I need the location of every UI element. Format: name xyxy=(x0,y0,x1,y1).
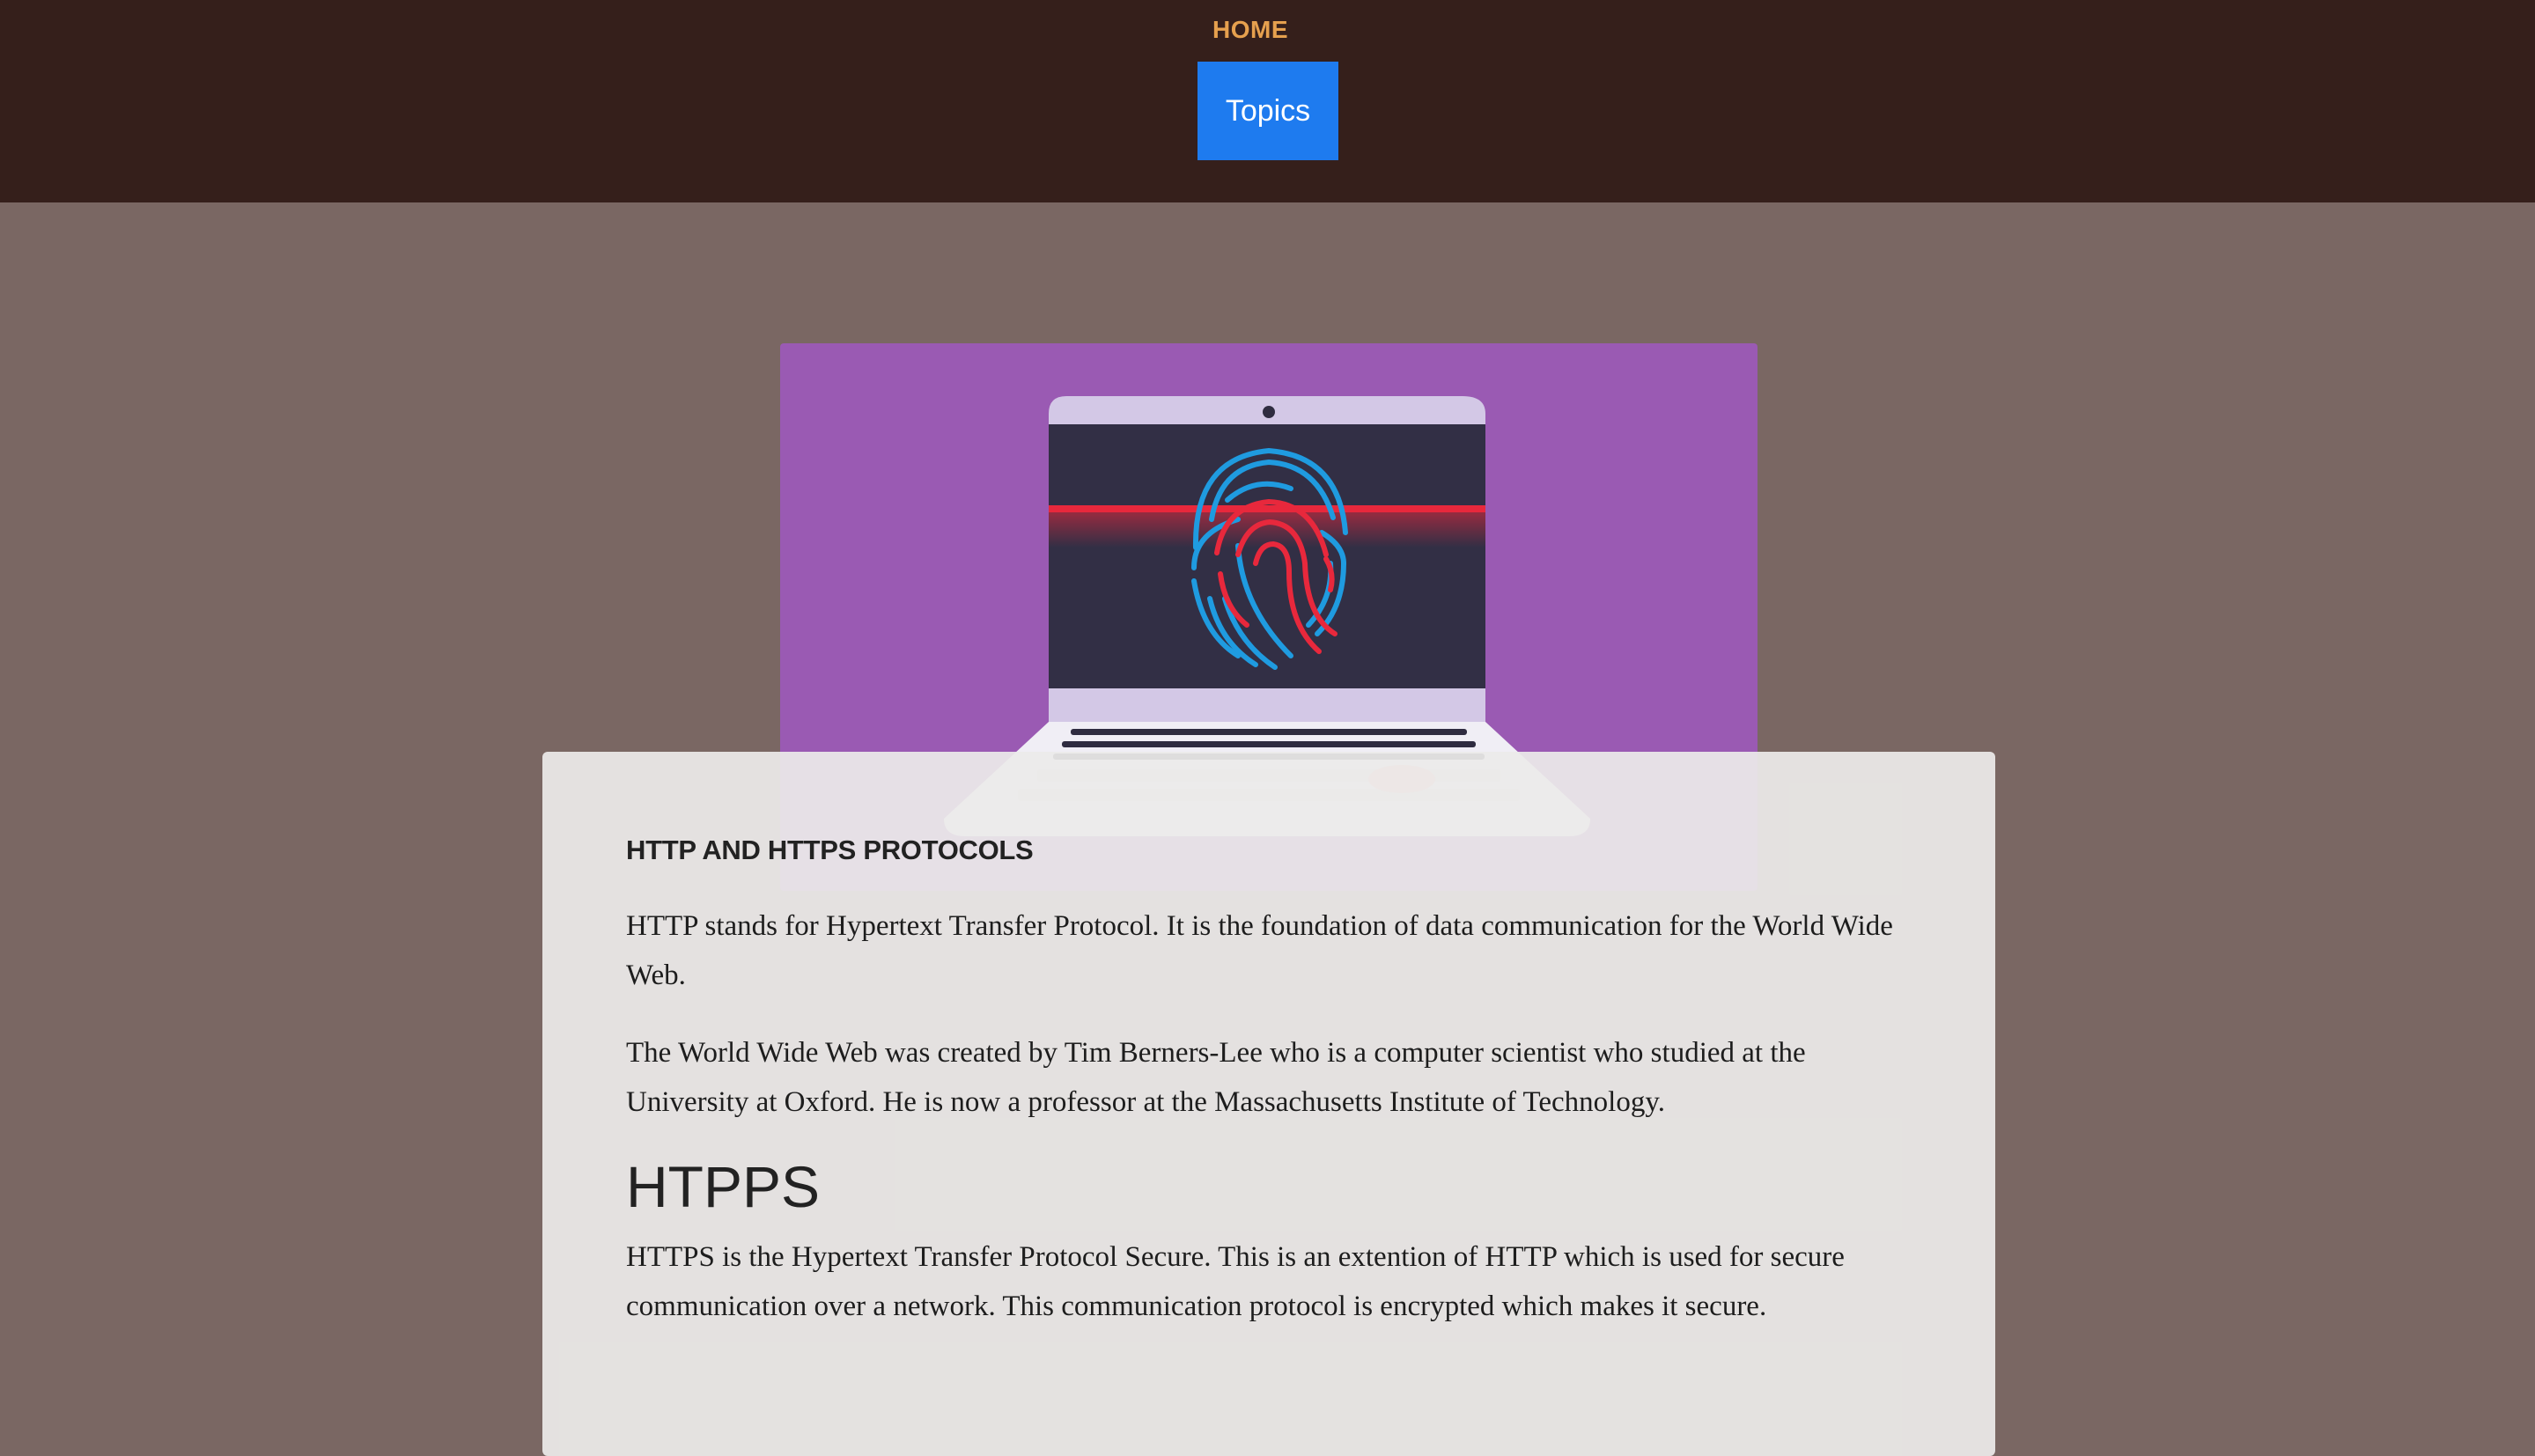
home-link[interactable]: HOME xyxy=(0,14,2501,46)
article-paragraph: HTTP stands for Hypertext Transfer Proto… xyxy=(626,910,1893,991)
article-title: HTTP AND HTTPS PROTOCOLS xyxy=(626,835,1034,865)
site-header: HOME Topics xyxy=(0,0,2535,202)
topics-button[interactable]: Topics xyxy=(1197,62,1338,160)
article-card: HTTP AND HTTPS PROTOCOLS HTTP stands for… xyxy=(542,752,1995,1456)
article-paragraph: The World Wide Web was created by Tim Be… xyxy=(626,1037,1806,1118)
section-heading: HTPPS xyxy=(626,1154,821,1219)
article-paragraph: HTTPS is the Hypertext Transfer Protocol… xyxy=(626,1241,1845,1322)
